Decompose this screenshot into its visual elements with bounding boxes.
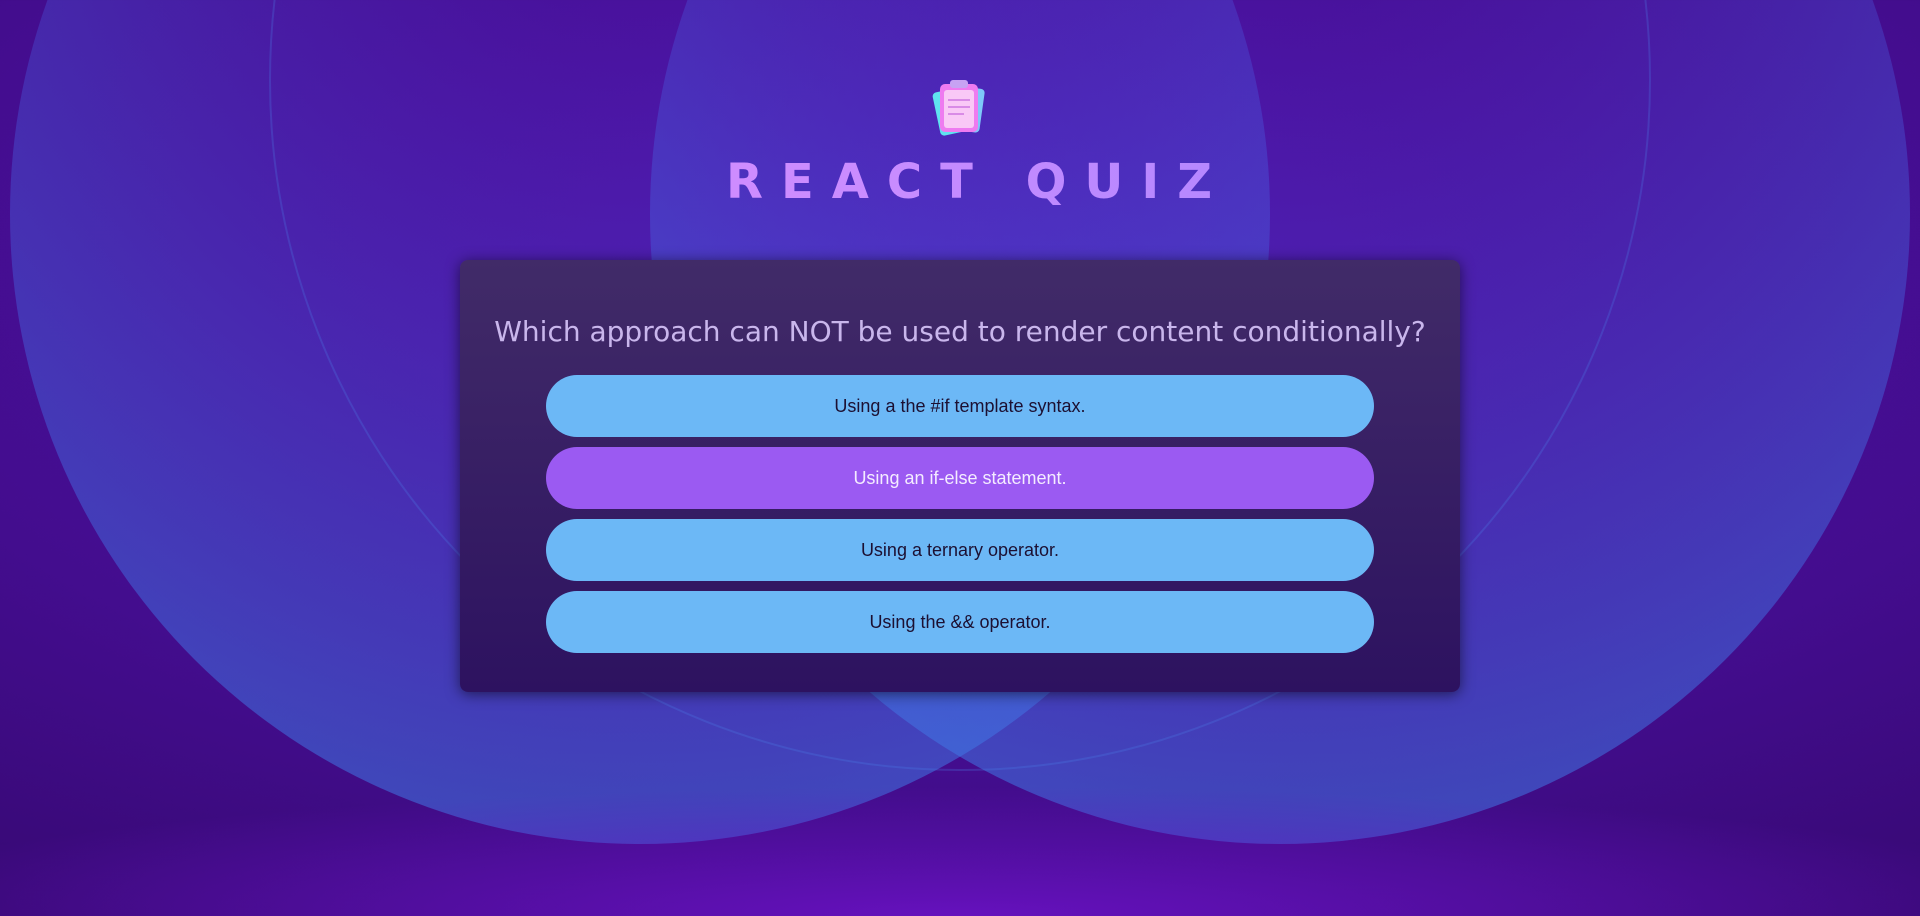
app-title: REACT QUIZ <box>0 152 1920 212</box>
quiz-card: Which approach can NOT be used to render… <box>460 260 1460 692</box>
answer-button-2-selected[interactable]: Using an if-else statement. <box>546 447 1374 509</box>
answer-list-item: Using an if-else statement. <box>546 447 1374 509</box>
answer-list-item: Using the && operator. <box>546 591 1374 653</box>
answer-list-item: Using a ternary operator. <box>546 519 1374 581</box>
answer-button-4[interactable]: Using the && operator. <box>546 591 1374 653</box>
answer-button-3[interactable]: Using a ternary operator. <box>546 519 1374 581</box>
question-text: Which approach can NOT be used to render… <box>494 315 1426 348</box>
answer-list-item: Using a the #if template syntax. <box>546 375 1374 437</box>
quiz-clipboard-logo-icon <box>926 74 992 140</box>
answer-button-1[interactable]: Using a the #if template syntax. <box>546 375 1374 437</box>
answer-list: Using a the #if template syntax. Using a… <box>546 375 1374 663</box>
bg-bottom-glow <box>0 700 1920 916</box>
